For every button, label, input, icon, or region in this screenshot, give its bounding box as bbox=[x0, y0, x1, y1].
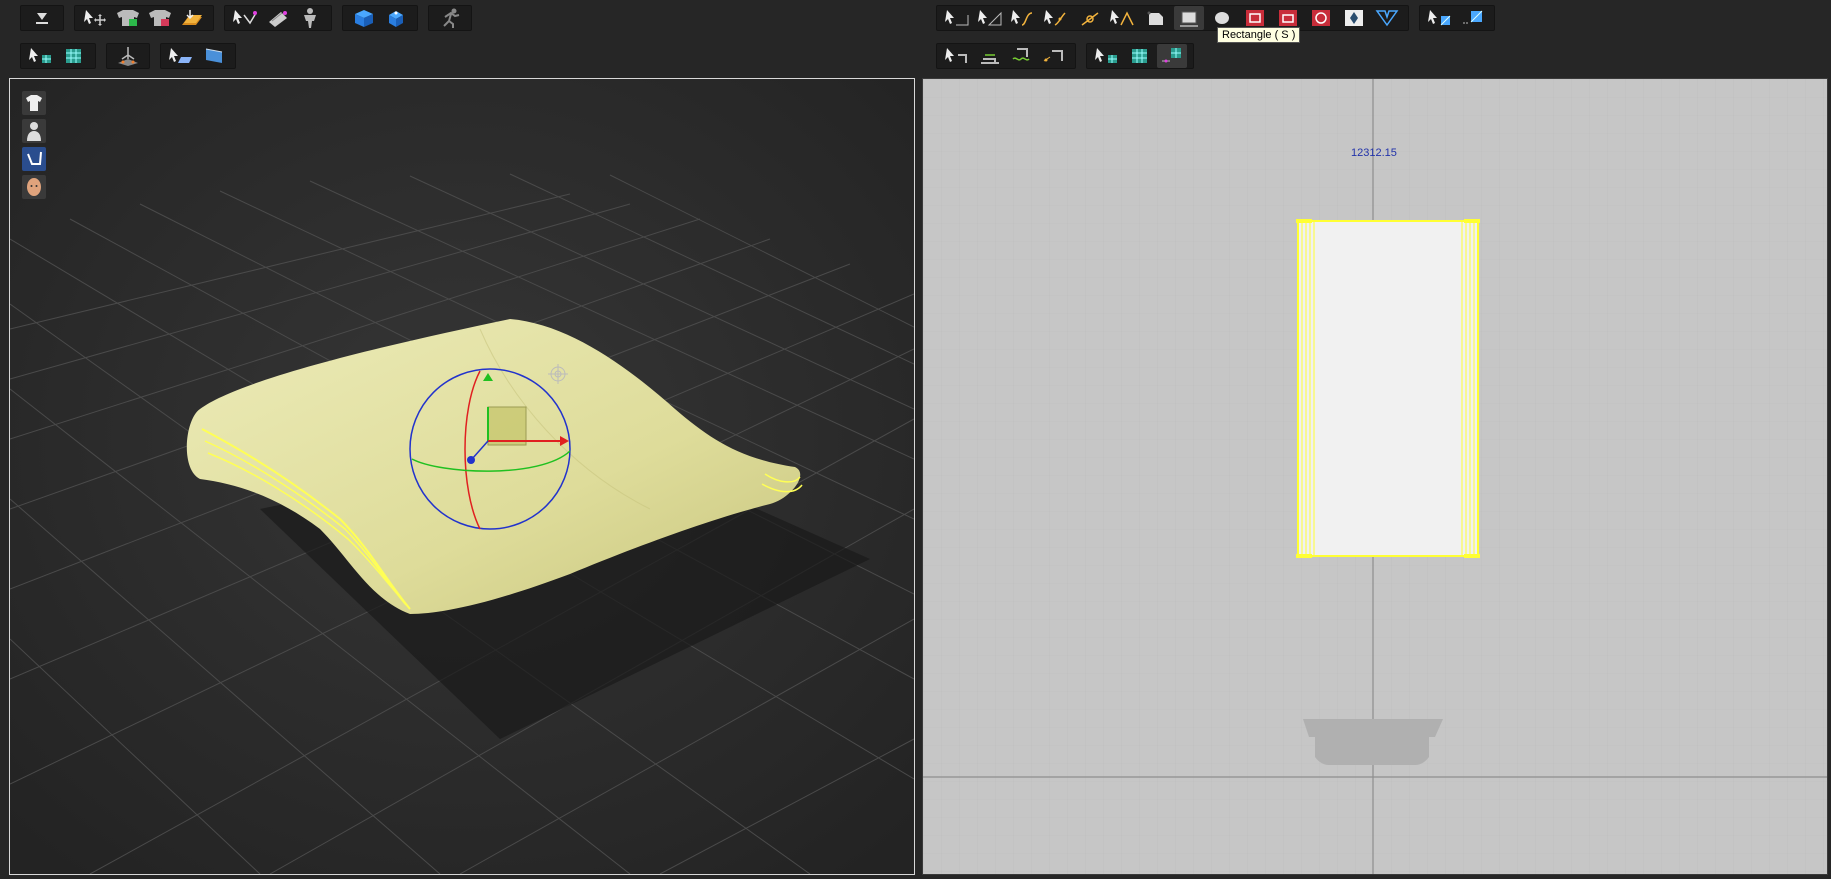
polygon-icon[interactable] bbox=[1141, 6, 1171, 30]
toolbar-group bbox=[1419, 5, 1495, 31]
toolbar-group bbox=[20, 5, 64, 31]
toolbar-group bbox=[106, 43, 150, 69]
tape-icon[interactable] bbox=[263, 6, 293, 30]
plane-blue-icon[interactable] bbox=[199, 44, 229, 68]
edit-curvature-icon[interactable] bbox=[1009, 6, 1039, 30]
toolbar-group bbox=[1086, 43, 1194, 69]
toolbar-group bbox=[224, 5, 332, 31]
toolbar-3d-row1 bbox=[20, 2, 482, 34]
edit-segment-icon[interactable] bbox=[976, 6, 1006, 30]
toolbar-group bbox=[936, 5, 1409, 31]
toolbar-group bbox=[428, 5, 472, 31]
select-pin-icon[interactable] bbox=[231, 6, 261, 30]
simulate-blue-2-icon[interactable] bbox=[381, 6, 411, 30]
sewing-blue-icon[interactable] bbox=[1458, 6, 1488, 30]
viewport-2d[interactable]: 12312.15 bbox=[922, 78, 1828, 875]
hanger-icon[interactable] bbox=[22, 147, 46, 171]
toolbar-2d-row2 bbox=[936, 40, 1204, 72]
face-icon[interactable] bbox=[22, 175, 46, 199]
avatar-icon[interactable] bbox=[22, 119, 46, 143]
internal-circle-icon[interactable] bbox=[1306, 6, 1336, 30]
segment-sewing-icon[interactable] bbox=[975, 44, 1005, 68]
scene-3d bbox=[10, 79, 914, 874]
fold-arrangement-icon[interactable] bbox=[177, 6, 207, 30]
mesh-grid-icon[interactable] bbox=[59, 44, 89, 68]
edit-dart-icon[interactable] bbox=[1108, 6, 1138, 30]
curve-point-icon[interactable] bbox=[1042, 6, 1072, 30]
select-plane-icon[interactable] bbox=[167, 44, 197, 68]
avatar-silhouette bbox=[1303, 719, 1443, 765]
toolbar-3d-row2 bbox=[20, 40, 246, 72]
rectangle-icon[interactable] bbox=[1174, 6, 1204, 30]
rectangle-pattern[interactable] bbox=[1296, 219, 1480, 558]
toolbar-group bbox=[74, 5, 214, 31]
garment-red-icon[interactable] bbox=[145, 6, 175, 30]
select-move-icon[interactable] bbox=[81, 6, 111, 30]
simulate-blue-icon[interactable] bbox=[349, 6, 379, 30]
edit-point-icon[interactable] bbox=[943, 6, 973, 30]
dropdown-arrow-icon[interactable] bbox=[27, 6, 57, 30]
pattern-canvas bbox=[923, 79, 1827, 874]
toolbar-group bbox=[936, 43, 1076, 69]
snap-arrows-icon[interactable] bbox=[113, 44, 143, 68]
toolbar-group bbox=[160, 43, 236, 69]
free-sewing-icon[interactable] bbox=[1007, 44, 1037, 68]
garment-icon[interactable] bbox=[22, 91, 46, 115]
garment-green-icon[interactable] bbox=[113, 6, 143, 30]
animation-icon[interactable] bbox=[435, 6, 465, 30]
darts-icon[interactable] bbox=[1339, 6, 1369, 30]
viewport-3d[interactable] bbox=[9, 78, 915, 875]
mesh-grid-2d-icon[interactable] bbox=[1125, 44, 1155, 68]
select-mesh-icon[interactable] bbox=[27, 44, 57, 68]
add-point-icon[interactable] bbox=[1075, 6, 1105, 30]
edit-sewing-icon[interactable] bbox=[943, 44, 973, 68]
coordinate-readout: 12312.15 bbox=[1351, 147, 1397, 159]
check-sewing-icon[interactable] bbox=[1039, 44, 1069, 68]
trace-icon[interactable] bbox=[1372, 6, 1402, 30]
toolbar-group bbox=[342, 5, 418, 31]
tooltip: Rectangle ( S ) bbox=[1217, 27, 1301, 43]
select-mesh-2d-icon[interactable] bbox=[1093, 44, 1123, 68]
select-sewing-icon[interactable] bbox=[1426, 6, 1456, 30]
toolbar-group bbox=[20, 43, 96, 69]
avatar-pose-icon[interactable] bbox=[295, 6, 325, 30]
pin-2d-icon[interactable] bbox=[1157, 44, 1187, 68]
